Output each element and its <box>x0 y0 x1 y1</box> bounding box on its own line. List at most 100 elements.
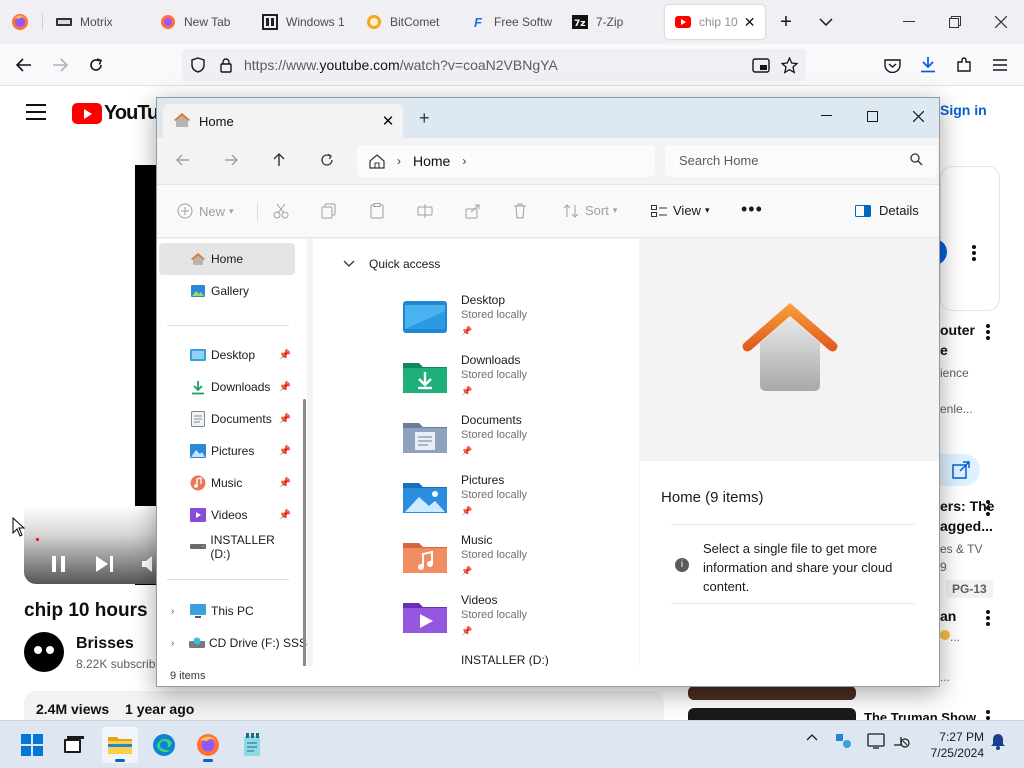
quick-access-item-desktop[interactable]: Desktop Stored locally 📌 <box>403 293 623 347</box>
channel-name[interactable]: Brisses <box>76 635 134 653</box>
minimize-window-icon[interactable] <box>894 12 924 32</box>
pin-icon[interactable]: 📌 <box>279 350 291 361</box>
more-options-icon[interactable] <box>986 610 990 628</box>
more-options-icon[interactable]: ••• <box>741 199 763 220</box>
refresh-icon[interactable] <box>313 148 341 172</box>
sidebar-item-home[interactable]: Home <box>159 243 295 275</box>
explorer-tab-home[interactable]: Home ✕ <box>163 104 403 138</box>
video-thumbnail[interactable] <box>688 686 856 700</box>
forward-arrow-icon[interactable] <box>48 54 72 76</box>
extensions-puzzle-icon[interactable] <box>952 54 976 76</box>
tracking-shield-icon[interactable] <box>190 57 206 73</box>
more-options-icon[interactable] <box>986 500 990 518</box>
chevron-right-icon[interactable]: › <box>397 154 401 168</box>
quick-access-item-pictures[interactable]: Pictures Stored locally 📌 <box>403 473 623 527</box>
pin-icon[interactable]: 📌 <box>279 382 291 393</box>
app-menu-hamburger-icon[interactable] <box>988 54 1012 76</box>
firefox-view-icon[interactable] <box>8 10 32 34</box>
tab-7zip[interactable]: 7z 7-Zip <box>562 5 662 39</box>
minimize-window-icon[interactable] <box>803 102 849 130</box>
sign-in-button[interactable]: Sign in <box>940 102 987 118</box>
lock-icon[interactable] <box>218 57 234 73</box>
sidebar-item-downloads[interactable]: Downloads 📌 <box>159 371 295 403</box>
sidebar-item-music[interactable]: Music 📌 <box>159 467 295 499</box>
url-bar[interactable]: https://www.youtube.com/watch?v=coaN2VBN… <box>182 49 806 81</box>
bookmark-star-icon[interactable] <box>780 56 798 74</box>
progress-dot[interactable] <box>36 538 39 541</box>
sidebar-item-this-pc[interactable]: › This PC <box>159 595 295 627</box>
network-volume-tray-icon[interactable] <box>892 733 912 749</box>
back-arrow-icon[interactable] <box>12 54 36 76</box>
pocket-icon[interactable] <box>880 54 904 76</box>
back-arrow-icon[interactable] <box>169 148 197 172</box>
close-window-icon[interactable] <box>895 102 939 130</box>
show-hidden-icons-chevron-icon[interactable] <box>804 733 820 741</box>
cut-icon[interactable] <box>273 203 289 219</box>
delete-icon[interactable] <box>513 203 527 219</box>
chevron-right-icon[interactable]: › <box>171 606 174 617</box>
chevron-right-icon[interactable]: › <box>171 638 174 649</box>
sidebar-item-desktop[interactable]: Desktop 📌 <box>159 339 295 371</box>
chevron-right-icon[interactable]: › <box>462 154 466 168</box>
chevron-down-icon[interactable] <box>343 260 355 268</box>
file-explorer-taskbar-icon[interactable] <box>102 727 138 763</box>
more-options-icon[interactable] <box>986 710 990 720</box>
quick-access-item-documents[interactable]: Documents Stored locally 📌 <box>403 413 623 467</box>
copy-icon[interactable] <box>321 203 337 219</box>
forward-arrow-icon[interactable] <box>217 148 245 172</box>
youtube-menu-icon[interactable] <box>26 104 46 120</box>
sidebar-item-gallery[interactable]: Gallery <box>159 275 295 307</box>
sidebar-item-videos[interactable]: Videos 📌 <box>159 499 295 531</box>
next-video-icon[interactable] <box>96 556 114 572</box>
channel-avatar[interactable] <box>24 632 64 672</box>
screen-clip-tray-icon[interactable] <box>866 733 886 749</box>
video-description-box[interactable]: 2.4M views 1 year ago <box>24 691 664 720</box>
view-button[interactable]: View ▾ <box>651 203 709 218</box>
downloads-arrow-icon[interactable] <box>916 53 940 75</box>
new-tab-plus-icon[interactable]: + <box>419 108 430 129</box>
pin-icon[interactable]: 📌 <box>279 414 291 425</box>
list-all-tabs-chevron-icon[interactable] <box>814 12 838 32</box>
task-view-icon[interactable] <box>56 727 92 763</box>
pause-icon[interactable] <box>52 556 66 572</box>
sidebar-video-title-line2[interactable]: e <box>940 342 948 358</box>
close-tab-icon[interactable]: ✕ <box>744 14 756 31</box>
quick-access-header[interactable]: Quick access <box>343 257 440 271</box>
picture-in-picture-icon[interactable] <box>752 57 770 73</box>
sidebar-item-cd-drive[interactable]: › CD Drive (F:) SSS <box>159 627 307 659</box>
quick-access-item-downloads[interactable]: Downloads Stored locally 📌 <box>403 353 623 407</box>
notification-bell-icon[interactable] <box>988 733 1008 750</box>
more-options-icon[interactable] <box>986 324 990 342</box>
pin-icon[interactable]: 📌 <box>279 510 291 521</box>
start-windows-icon[interactable] <box>14 727 50 763</box>
tab-youtube-active[interactable]: chip 10 ✕ <box>665 5 765 39</box>
pin-icon[interactable]: 📌 <box>279 446 291 457</box>
bitcomet-tray-icon[interactable] <box>834 733 854 749</box>
new-button[interactable]: New ▾ <box>177 203 234 219</box>
notepad-icon[interactable] <box>234 727 270 763</box>
sidebar-item-installer-drive[interactable]: INSTALLER (D:) <box>159 531 295 563</box>
url-text[interactable]: https://www.youtube.com/watch?v=coaN2VBN… <box>244 57 558 73</box>
sidebar-item-documents[interactable]: Documents 📌 <box>159 403 295 435</box>
sidebar-video-title[interactable]: outer <box>940 322 975 338</box>
quick-access-item-music[interactable]: Music Stored locally 📌 <box>403 533 623 587</box>
tab-free-software[interactable]: F Free Softw <box>460 5 564 39</box>
tab-motrix[interactable]: Motrix <box>46 5 150 39</box>
share-button[interactable] <box>940 454 980 486</box>
details-button[interactable]: Details <box>855 203 919 218</box>
pin-icon[interactable]: 📌 <box>279 478 291 489</box>
taskbar-clock[interactable]: 7:27 PM 7/25/2024 <box>920 729 984 761</box>
sidebar-video-title[interactable]: an <box>940 608 956 624</box>
sidebar-item-pictures[interactable]: Pictures 📌 <box>159 435 295 467</box>
close-tab-icon[interactable]: ✕ <box>373 112 403 130</box>
search-icon[interactable] <box>910 153 923 169</box>
home-outline-icon[interactable] <box>369 153 385 169</box>
quick-access-item-videos[interactable]: Videos Stored locally 📌 <box>403 593 623 647</box>
video-thumbnail[interactable] <box>688 708 856 720</box>
tab-new-tab[interactable]: New Tab <box>150 5 254 39</box>
sidebar-video-title-line2[interactable]: agged... <box>940 518 993 534</box>
up-arrow-icon[interactable] <box>265 148 293 172</box>
close-window-icon[interactable] <box>986 12 1016 32</box>
restore-window-icon[interactable] <box>940 12 970 32</box>
tab-windows[interactable]: Windows 1 <box>252 5 356 39</box>
